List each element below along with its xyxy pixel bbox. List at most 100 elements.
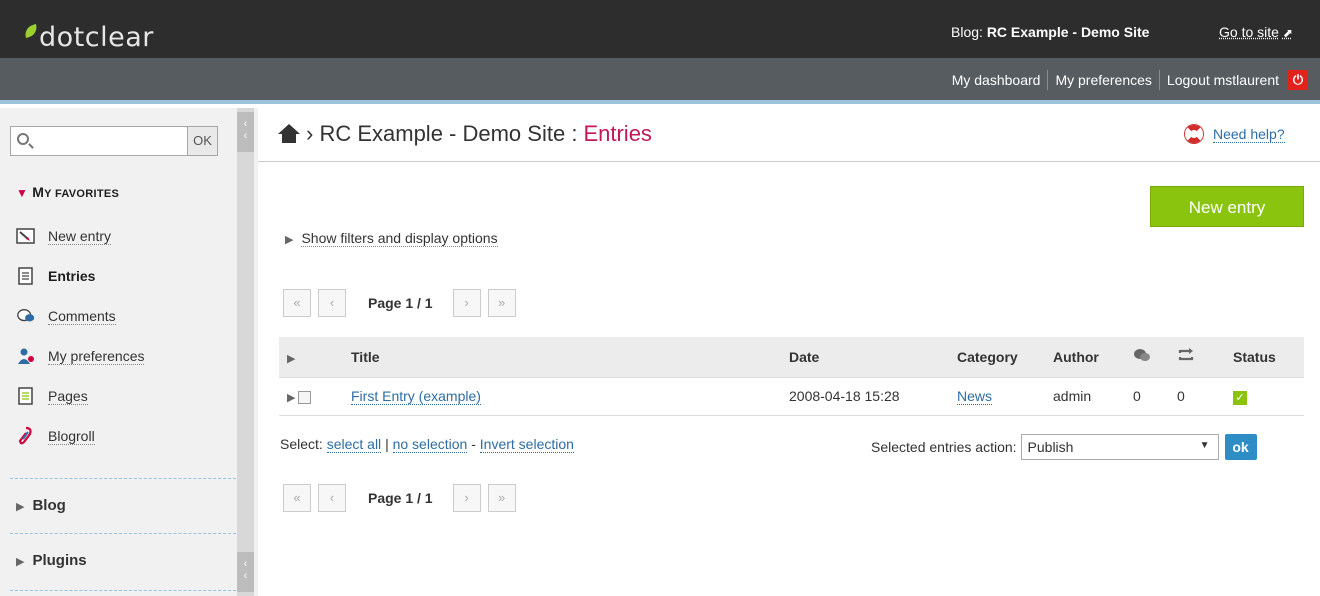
sidebar-item-label[interactable]: Blogroll: [48, 428, 95, 445]
filters-toggle[interactable]: ▶ Show filters and display options: [285, 230, 498, 247]
need-help-label[interactable]: Need help?: [1213, 126, 1285, 143]
sidebar-item-label[interactable]: Pages: [48, 388, 88, 405]
published-check-icon: ✓: [1233, 390, 1247, 405]
my-dashboard-link[interactable]: My dashboard: [945, 72, 1048, 88]
entry-author: admin: [1045, 377, 1125, 416]
page-indicator: Page 1 / 1: [368, 295, 433, 311]
logo-text: dotclear: [39, 22, 154, 53]
sidebar-divider: [10, 478, 236, 479]
blogroll-icon: [16, 426, 36, 445]
blog-prefix: Blog:: [951, 24, 983, 40]
my-favorites-heading[interactable]: ▼ MY FAVORITES: [16, 184, 119, 200]
last-page-button[interactable]: »: [487, 289, 516, 317]
bulk-action-value: Publish: [1027, 439, 1074, 455]
sidebar-item-my-preferences[interactable]: My preferences: [16, 347, 145, 365]
favorites-title-rest: Y FAVORITES: [44, 188, 120, 200]
row-controls: ▶: [279, 377, 343, 416]
invert-selection-link[interactable]: Invert selection: [479, 436, 574, 453]
home-icon[interactable]: [278, 124, 300, 144]
trackbacks-icon: [1177, 348, 1195, 365]
user-nav: My dashboard My preferences Logout mstla…: [945, 70, 1308, 90]
pager-bottom: « ‹ Page 1 / 1 › »: [283, 484, 523, 512]
status-header: Status: [1225, 337, 1304, 378]
logout-link[interactable]: Logout mstlaurent: [1160, 72, 1286, 88]
sidebar-item-blogroll[interactable]: Blogroll: [16, 426, 95, 445]
bulk-action-ok-button[interactable]: ok: [1224, 434, 1257, 460]
next-page-button[interactable]: ›: [452, 289, 481, 317]
entry-comments-count: 0: [1125, 377, 1169, 416]
entries-icon: [16, 267, 36, 285]
page-indicator: Page 1 / 1: [368, 490, 433, 506]
sidebar-item-label[interactable]: Comments: [48, 308, 116, 325]
entry-title-cell: First Entry (example): [343, 377, 781, 416]
page-title: Entries: [583, 121, 652, 146]
pages-icon: [16, 387, 36, 405]
power-icon[interactable]: ⏻: [1288, 70, 1308, 90]
sidebar-collapse-strip[interactable]: [237, 108, 254, 596]
next-page-button[interactable]: ›: [452, 484, 481, 512]
row-checkbox[interactable]: [298, 390, 312, 404]
search-box: OK: [10, 126, 218, 156]
select-all-link[interactable]: select all: [326, 436, 382, 453]
collapse-sidebar-button[interactable]: ‹ ‹: [237, 112, 254, 152]
breadcrumb-site[interactable]: RC Example - Demo Site: [319, 121, 565, 147]
triangle-right-icon: ▶: [16, 556, 25, 568]
selection-links: Select: select all | no selection - Inve…: [280, 436, 574, 453]
go-to-site-link[interactable]: Go to site ⬈: [1219, 24, 1293, 40]
no-selection-link[interactable]: no selection: [392, 436, 468, 453]
prev-page-button[interactable]: ‹: [318, 289, 346, 317]
sidebar-section-plugins[interactable]: ▶ Plugins: [16, 552, 87, 569]
my-preferences-link[interactable]: My preferences: [1048, 72, 1158, 88]
sidebar-section-blog[interactable]: ▶ Blog: [16, 497, 66, 514]
title-header: Title: [343, 337, 781, 378]
sidebar-item-label[interactable]: Entries: [48, 268, 95, 284]
date-header: Date: [781, 337, 949, 378]
entry-title-link[interactable]: First Entry (example): [351, 388, 481, 405]
go-to-site-label: Go to site: [1219, 24, 1279, 40]
comments-header: [1125, 337, 1169, 378]
sidebar-item-new-entry[interactable]: New entry: [16, 227, 112, 245]
table-row: ▶ First Entry (example) 2008-04-18 15:28…: [279, 377, 1304, 416]
first-page-button[interactable]: «: [283, 289, 311, 317]
sidebar-item-pages[interactable]: Pages: [16, 387, 88, 405]
sidebar-item-label[interactable]: My preferences: [48, 348, 145, 365]
section-label: Plugins: [32, 552, 87, 569]
user-prefs-icon: [16, 347, 36, 365]
help-link[interactable]: Need help?: [1185, 125, 1285, 143]
new-entry-button[interactable]: New entry: [1150, 186, 1304, 227]
last-page-button[interactable]: »: [487, 484, 516, 512]
sidebar-divider: [10, 590, 236, 591]
collapse-sidebar-button-bottom[interactable]: ‹ ‹: [237, 552, 254, 592]
triangle-right-icon: ▶: [285, 234, 294, 246]
entries-table: ▶ Title Date Category Author Status ▶ Fi…: [279, 337, 1304, 416]
entry-trackbacks-count: 0: [1169, 377, 1225, 416]
pager-top: « ‹ Page 1 / 1 › »: [283, 289, 523, 317]
bulk-action-select[interactable]: Publish ▼: [1020, 434, 1219, 460]
author-header: Author: [1045, 337, 1125, 378]
breadcrumb: › RC Example - Demo Site : Entries: [278, 121, 652, 147]
first-page-button[interactable]: «: [283, 484, 311, 512]
entry-category-link[interactable]: News: [957, 388, 993, 405]
search-ok-button[interactable]: OK: [187, 127, 217, 155]
selection-separator: -: [471, 436, 476, 452]
entry-date: 2008-04-18 15:28: [781, 377, 949, 416]
sidebar-item-comments[interactable]: Comments: [16, 307, 116, 325]
prev-page-button[interactable]: ‹: [318, 484, 346, 512]
breadcrumb-separator: :: [571, 121, 578, 146]
triangle-down-icon: ▼: [16, 186, 29, 200]
triangle-right-icon: ▶: [287, 352, 296, 365]
favorites-title-initial: M: [32, 184, 45, 200]
expand-row-icon[interactable]: ▶: [287, 392, 295, 404]
expand-all-header[interactable]: ▶: [279, 337, 343, 378]
sidebar-item-label[interactable]: New entry: [48, 228, 112, 245]
bulk-action-label: Selected entries action:: [871, 439, 1017, 455]
search-icon: [17, 133, 29, 145]
external-link-icon: ⬈: [1282, 26, 1293, 40]
sidebar-divider: [10, 533, 236, 534]
select-prefix: Select:: [280, 436, 323, 452]
category-header: Category: [949, 337, 1045, 378]
entry-category-cell: News: [949, 377, 1045, 416]
section-label: Blog: [32, 497, 66, 514]
sidebar-item-entries[interactable]: Entries: [16, 267, 95, 285]
comments-icon: [16, 307, 36, 325]
